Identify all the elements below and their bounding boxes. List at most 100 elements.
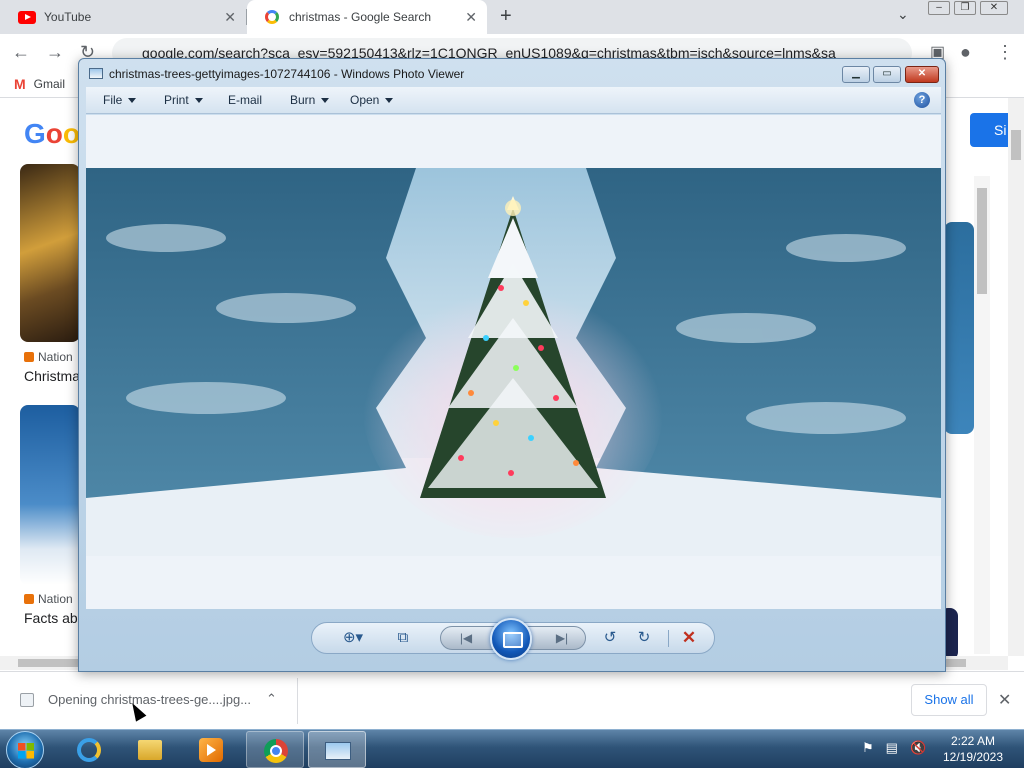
volume-muted-icon[interactable]: 🔇: [910, 740, 926, 756]
start-button[interactable]: [6, 731, 44, 768]
restore-icon[interactable]: ❐: [954, 1, 976, 15]
browser-tabstrip: YouTube ✕ christmas - Google Search ✕ + …: [0, 0, 1024, 34]
menu-email[interactable]: E-mail: [228, 93, 262, 107]
forward-arrow-icon[interactable]: →: [46, 42, 64, 63]
system-tray: ⚑ ▤ 🔇: [862, 740, 926, 756]
scrollbar-thumb[interactable]: [977, 188, 987, 294]
new-tab-button[interactable]: +: [500, 5, 512, 28]
divider: [668, 630, 669, 647]
tab-search-chevron-icon[interactable]: ⌄: [897, 6, 909, 23]
download-shelf: Opening christmas-trees-ge....jpg... ⌃ S…: [0, 671, 1024, 729]
windows-taskbar: ⚑ ▤ 🔇 2:22 AM 12/19/2023: [0, 729, 1024, 768]
menu-burn[interactable]: Burn: [290, 93, 330, 107]
taskbar-file-explorer[interactable]: [121, 731, 179, 768]
photo-viewer-window: christmas-trees-gettyimages-1072744106 -…: [78, 58, 946, 672]
menu-label: Burn: [290, 93, 316, 107]
menu-label: E-mail: [228, 93, 263, 107]
clock-time: 2:22 AM: [950, 734, 996, 748]
photo-viewer-icon: [89, 68, 103, 79]
slideshow-icon[interactable]: [490, 618, 532, 660]
page-vertical-scrollbar[interactable]: [1008, 98, 1024, 656]
dropdown-caret-icon: [385, 98, 394, 104]
tab-google-search[interactable]: christmas - Google Search ✕: [247, 0, 487, 34]
google-logo[interactable]: Goo: [24, 118, 80, 150]
clock-date: 12/19/2023: [942, 750, 1004, 764]
window-titlebar[interactable]: christmas-trees-gettyimages-1072744106 -…: [79, 59, 945, 87]
taskbar-media-player[interactable]: [182, 731, 240, 768]
folder-icon: [138, 740, 162, 760]
image-result-thumbnail[interactable]: [944, 222, 974, 434]
result-title[interactable]: Facts ab: [24, 610, 78, 626]
menu-print[interactable]: Print: [164, 93, 203, 107]
google-icon: [265, 10, 279, 24]
close-icon[interactable]: ✕: [980, 1, 1008, 15]
close-icon[interactable]: ✕: [998, 690, 1011, 710]
chevron-up-icon[interactable]: ⌃: [266, 691, 277, 707]
dropdown-caret-icon: [321, 98, 330, 104]
help-icon[interactable]: ?: [914, 92, 930, 108]
close-tab-icon[interactable]: ✕: [465, 9, 477, 26]
tab-youtube[interactable]: YouTube ✕: [0, 0, 246, 34]
tab-title: YouTube: [44, 10, 92, 24]
result-title[interactable]: Christma: [24, 368, 80, 384]
dropdown-caret-icon: [128, 98, 137, 104]
action-center-flag-icon[interactable]: ⚑: [862, 740, 874, 756]
close-tab-icon[interactable]: ✕: [224, 9, 236, 26]
logo-letter: o: [45, 118, 63, 149]
next-icon[interactable]: ▶|: [542, 623, 582, 653]
site-favicon-icon: [24, 594, 34, 604]
internet-explorer-icon: [77, 738, 101, 762]
taskbar-chrome[interactable]: [246, 731, 304, 768]
close-button[interactable]: ✕: [905, 66, 939, 83]
previous-icon[interactable]: |◀: [446, 623, 486, 653]
profile-avatar-icon[interactable]: ●: [960, 42, 971, 63]
show-all-button[interactable]: Show all: [911, 684, 987, 716]
sign-in-button[interactable]: Si: [970, 113, 1010, 147]
viewer-menubar: File Print E-mail Burn Open ?: [86, 87, 941, 114]
fit-window-icon[interactable]: ⧉: [392, 623, 414, 653]
window-title: christmas-trees-gettyimages-1072744106 -…: [109, 67, 465, 81]
rotate-counterclockwise-icon[interactable]: ↺: [598, 623, 622, 653]
taskbar-internet-explorer[interactable]: [60, 731, 118, 768]
minimize-button[interactable]: ▁: [842, 66, 870, 83]
menu-kebab-icon[interactable]: ⋮: [996, 42, 1014, 63]
menu-label: File: [103, 93, 123, 107]
chrome-icon: [264, 739, 288, 763]
image-result-thumbnail[interactable]: [20, 164, 80, 342]
tab-title: christmas - Google Search: [289, 10, 432, 24]
result-source[interactable]: Nation: [24, 592, 73, 606]
download-item-label: Opening christmas-trees-ge....jpg...: [48, 692, 252, 707]
menu-label: Open: [350, 93, 380, 107]
taskbar-photo-viewer[interactable]: [308, 731, 366, 768]
bookmark-gmail[interactable]: M Gmail: [14, 76, 65, 92]
divider: [297, 678, 298, 724]
photo-viewer-icon: [325, 742, 351, 760]
logo-letter: G: [24, 118, 46, 149]
side-panel-scrollbar[interactable]: [974, 176, 990, 654]
sign-in-label: Si: [994, 122, 1007, 138]
rotate-clockwise-icon[interactable]: ↻: [632, 623, 656, 653]
scrollbar-thumb[interactable]: [1011, 130, 1021, 160]
youtube-icon: [18, 10, 36, 24]
christmas-tree-photo: [86, 168, 941, 556]
back-arrow-icon[interactable]: ←: [12, 42, 30, 63]
image-result-thumbnail[interactable]: [20, 405, 80, 585]
bookmark-label: Gmail: [33, 77, 66, 91]
zoom-icon[interactable]: ⊕▾: [336, 623, 370, 653]
site-favicon-icon: [24, 352, 34, 362]
media-player-icon: [199, 738, 223, 762]
gmail-icon: M: [14, 76, 26, 92]
menu-file[interactable]: File: [103, 93, 137, 107]
browser-window-controls: – ❐ ✕: [928, 1, 1008, 15]
minimize-icon[interactable]: –: [928, 1, 950, 15]
menu-open[interactable]: Open: [350, 93, 394, 107]
result-source-label: Nation: [38, 592, 73, 606]
dropdown-caret-icon: [194, 98, 203, 104]
menu-label: Print: [164, 93, 189, 107]
network-icon[interactable]: ▤: [886, 740, 898, 756]
delete-icon[interactable]: ✕: [676, 623, 702, 653]
maximize-button[interactable]: ▭: [873, 66, 901, 83]
system-clock[interactable]: 2:22 AM 12/19/2023: [938, 733, 1008, 765]
result-source[interactable]: Nation: [24, 350, 73, 364]
image-canvas: [86, 115, 941, 609]
